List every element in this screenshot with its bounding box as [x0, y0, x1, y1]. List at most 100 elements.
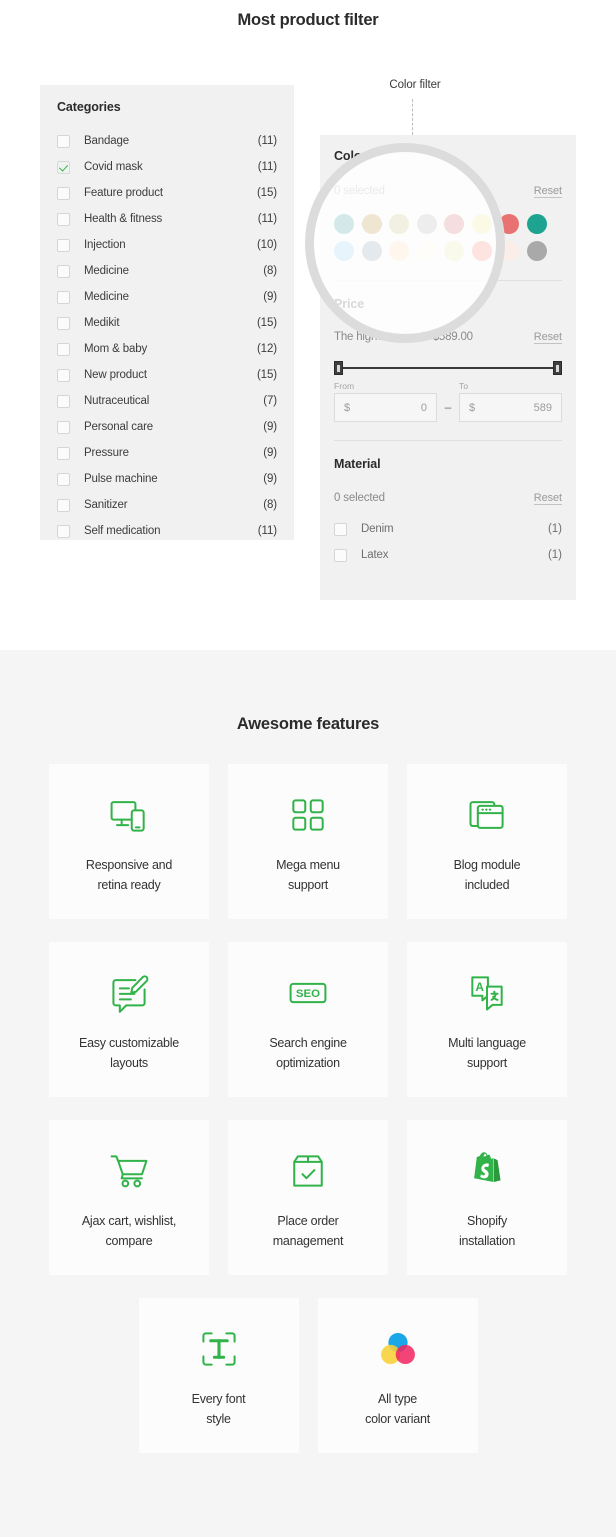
feature-card[interactable]: Every font style	[138, 1298, 299, 1453]
color-swatch[interactable]	[334, 241, 354, 261]
feature-row: Easy customizable layouts SEO Search engine…	[0, 942, 616, 1097]
material-checkbox[interactable]	[334, 522, 347, 536]
color-swatch[interactable]	[389, 241, 409, 261]
color-reset-button[interactable]: Reset	[533, 185, 562, 198]
blog-module-icon	[465, 788, 509, 842]
category-row[interactable]: New product (15)	[57, 362, 277, 388]
category-row[interactable]: Medicine (9)	[57, 284, 277, 310]
category-row[interactable]: Feature product (15)	[57, 180, 277, 206]
feature-card-grid: Responsive and retina ready Mega menu suppo…	[0, 764, 616, 1453]
category-row[interactable]: Injection (10)	[57, 232, 277, 258]
category-checkbox[interactable]	[57, 238, 70, 252]
material-label: Latex	[361, 549, 389, 561]
price-to-field[interactable]: To $ 589	[459, 381, 562, 422]
price-range-slider[interactable]	[334, 361, 562, 375]
material-heading: Material	[334, 457, 381, 471]
color-swatch[interactable]	[416, 241, 437, 261]
feature-card[interactable]: A Multi language support	[407, 942, 567, 1097]
category-checkbox[interactable]	[57, 264, 70, 278]
category-checkbox[interactable]	[57, 446, 70, 460]
price-inputs: From $ 0 – To $ 589	[334, 381, 562, 422]
color-swatch[interactable]	[526, 214, 547, 234]
color-swatch[interactable]	[499, 214, 519, 234]
feature-caption: Shopify installation	[458, 1214, 516, 1248]
category-count: (15)	[256, 317, 277, 329]
color-swatch[interactable]	[526, 241, 547, 261]
category-row[interactable]: Mom & baby (12)	[57, 336, 277, 362]
color-swatch[interactable]	[389, 214, 409, 234]
category-count: (11)	[257, 213, 277, 225]
feature-row: Responsive and retina ready Mega menu suppo…	[0, 764, 616, 919]
feature-card[interactable]: SEO Search engine optimization	[228, 942, 388, 1097]
color-swatch[interactable]	[471, 241, 492, 261]
category-row[interactable]: Sanitizer (8)	[57, 492, 277, 518]
color-swatch[interactable]	[334, 214, 354, 234]
category-label: Personal care	[84, 421, 154, 433]
material-checkbox[interactable]	[334, 548, 347, 562]
category-checkbox[interactable]	[57, 316, 70, 330]
callout-leader-line	[412, 99, 413, 135]
category-checkbox[interactable]	[57, 212, 70, 226]
category-count: (9)	[263, 473, 277, 485]
feature-card[interactable]: Ajax cart, wishlist, compare	[49, 1120, 209, 1275]
color-swatch-grid[interactable]	[334, 214, 562, 261]
category-checkbox[interactable]	[57, 134, 70, 148]
material-count: (1)	[547, 523, 562, 535]
category-row[interactable]: Pulse machine (9)	[57, 466, 277, 492]
category-row[interactable]: Nutraceutical (7)	[57, 388, 277, 414]
color-heading: Color	[334, 149, 367, 163]
category-row[interactable]: Personal care (9)	[57, 414, 277, 440]
feature-card[interactable]: Mega menu support	[228, 764, 388, 919]
material-row[interactable]: Denim (1)	[334, 516, 562, 542]
category-checkbox[interactable]	[57, 290, 70, 304]
category-label: Bandage	[84, 135, 129, 147]
category-checkbox[interactable]	[57, 420, 70, 434]
category-checkbox[interactable]	[57, 368, 70, 382]
category-label: Sanitizer	[84, 499, 128, 511]
feature-card[interactable]: All type color variant	[317, 1298, 478, 1453]
category-checkbox[interactable]	[57, 524, 70, 538]
category-row[interactable]: Self medication (11)	[57, 518, 277, 540]
currency-symbol-to: $	[469, 401, 476, 414]
category-checkbox[interactable]	[57, 498, 70, 512]
category-count: (11)	[257, 135, 277, 147]
category-row[interactable]: Pressure (9)	[57, 440, 277, 466]
color-variant-circles-icon	[376, 1322, 420, 1376]
color-swatch[interactable]	[471, 214, 492, 234]
category-label: Nutraceutical	[84, 395, 150, 407]
color-swatch[interactable]	[361, 241, 382, 261]
category-count: (11)	[257, 161, 277, 173]
material-row[interactable]: Latex (1)	[334, 542, 562, 568]
price-reset-button[interactable]: Reset	[533, 331, 562, 344]
material-reset-button[interactable]: Reset	[533, 492, 562, 505]
currency-symbol-from: $	[344, 401, 351, 414]
feature-card[interactable]: Place order management	[228, 1120, 388, 1275]
feature-card[interactable]: Responsive and retina ready	[49, 764, 209, 919]
category-checkbox[interactable]	[57, 186, 70, 200]
color-swatch[interactable]	[416, 214, 437, 234]
price-to-value: 589	[533, 401, 552, 414]
category-row[interactable]: Covid mask (11)	[57, 154, 277, 180]
feature-card[interactable]: Blog module included	[407, 764, 567, 919]
category-row[interactable]: Bandage (11)	[57, 128, 277, 154]
category-checkbox[interactable]	[57, 472, 70, 486]
color-swatch[interactable]	[499, 241, 519, 261]
category-row[interactable]: Health & fitness (11)	[57, 206, 277, 232]
category-label: Mom & baby	[84, 343, 148, 355]
category-row[interactable]: Medikit (15)	[57, 310, 277, 336]
category-checkbox[interactable]	[57, 160, 70, 174]
color-swatch[interactable]	[444, 214, 464, 234]
category-row[interactable]: Medicine (8)	[57, 258, 277, 284]
slider-handle-min[interactable]	[334, 361, 343, 375]
category-label: Pulse machine	[84, 473, 158, 485]
color-swatch[interactable]	[361, 214, 382, 234]
feature-card[interactable]: Easy customizable layouts	[49, 942, 209, 1097]
highest-price-note: The highest price is $589.00	[334, 331, 473, 343]
slider-handle-max[interactable]	[553, 361, 562, 375]
feature-card[interactable]: Shopify installation	[407, 1120, 567, 1275]
category-checkbox[interactable]	[57, 394, 70, 408]
category-label: Injection	[84, 239, 126, 251]
color-swatch[interactable]	[444, 241, 464, 261]
category-checkbox[interactable]	[57, 342, 70, 356]
price-from-field[interactable]: From $ 0	[334, 381, 437, 422]
